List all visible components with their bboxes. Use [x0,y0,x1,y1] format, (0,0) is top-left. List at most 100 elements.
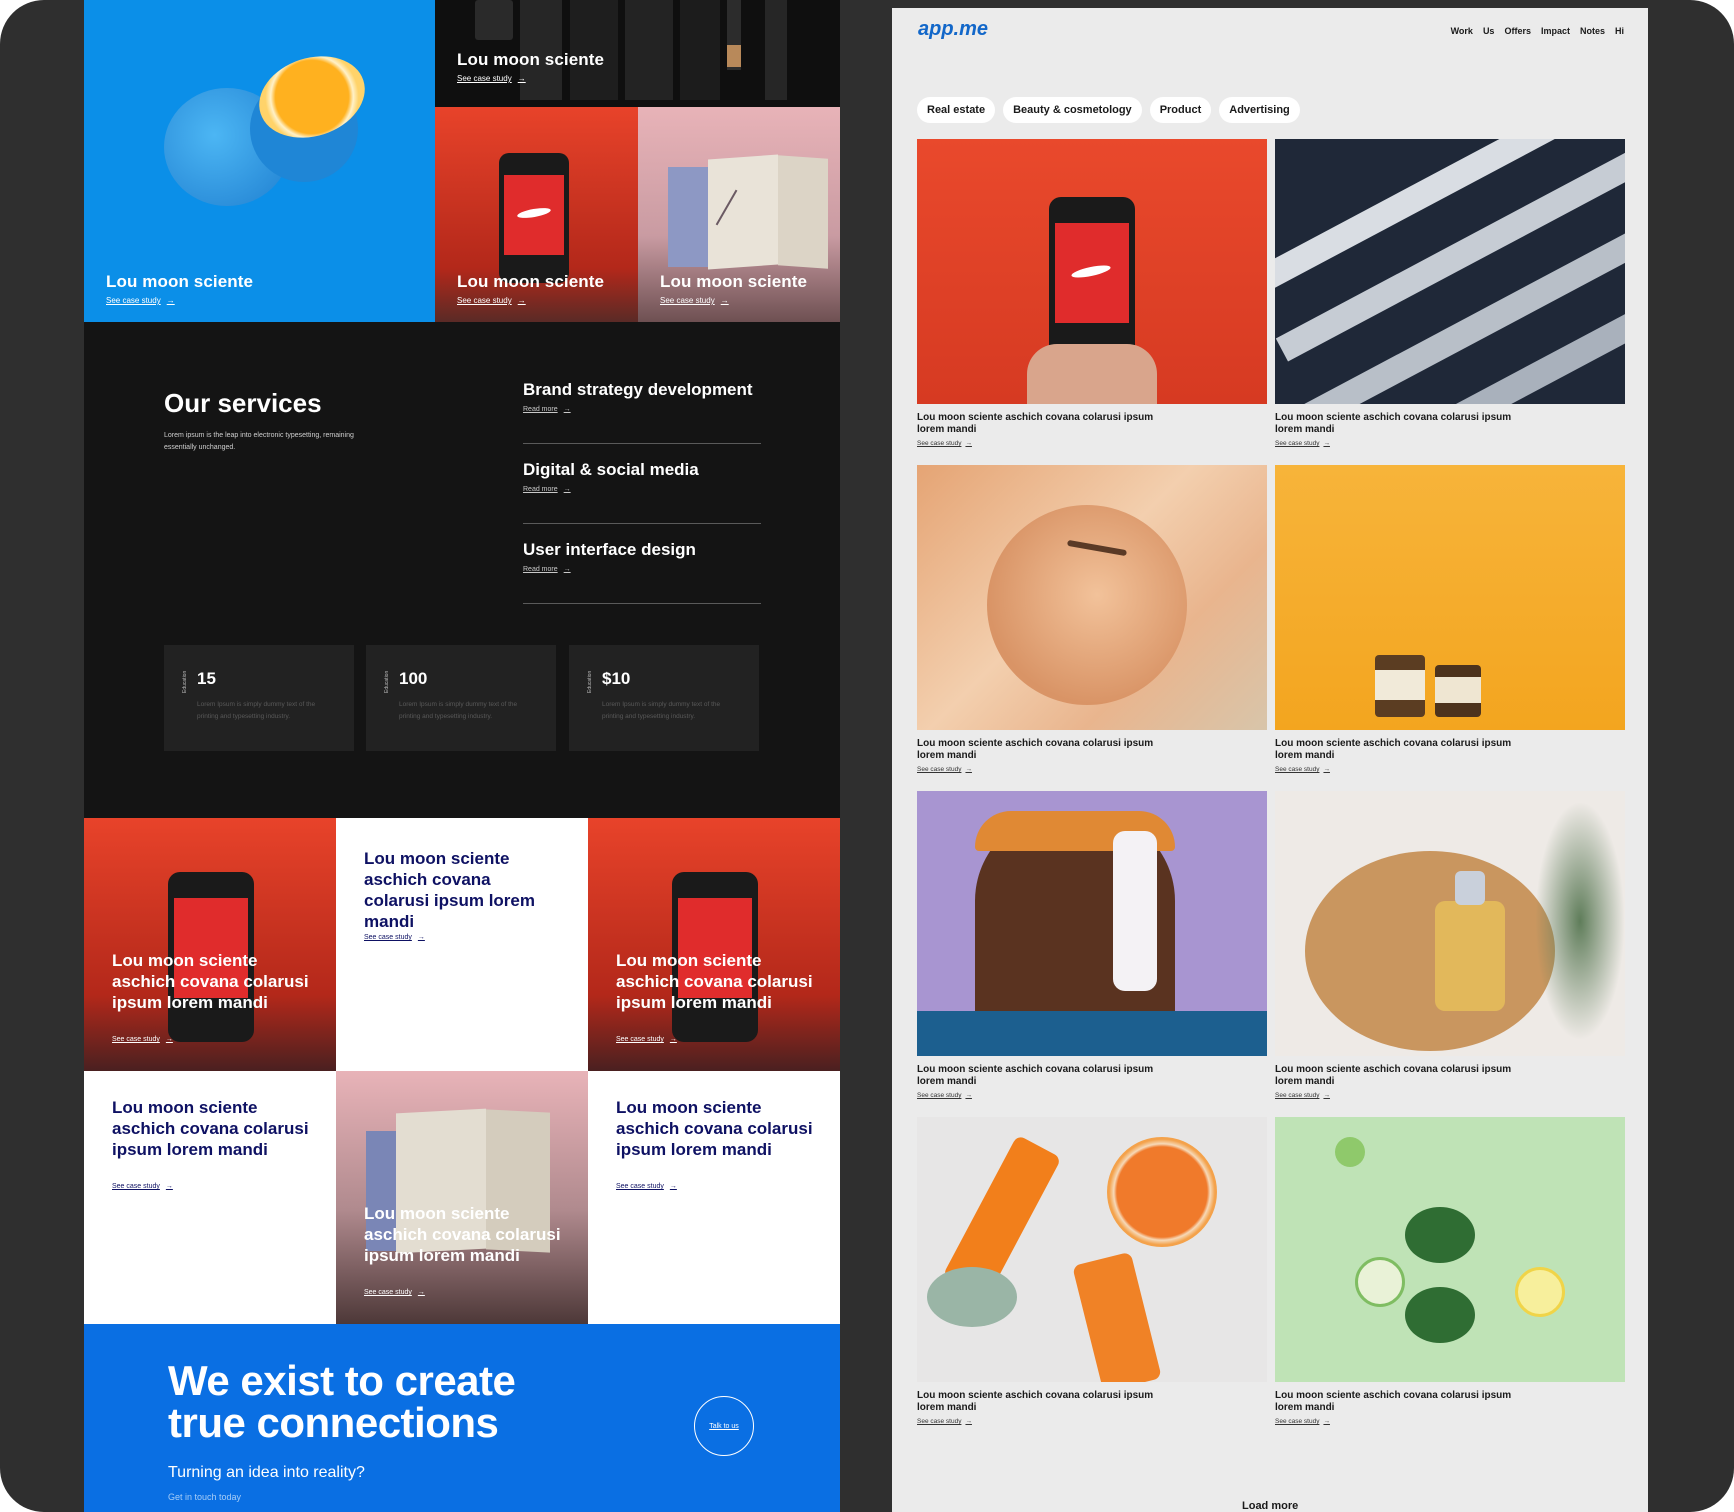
case-study-link[interactable]: See case study → [457,74,604,83]
logo[interactable]: app.me [918,18,988,41]
arrow-icon: → [965,1418,972,1425]
arrow-icon: → [669,1036,677,1043]
service-item[interactable]: Digital & social media Read more → [523,460,761,524]
service-name: Brand strategy development [523,380,753,399]
arrow-icon: → [166,296,175,305]
arrow-icon: → [165,1183,173,1190]
arrow-icon: → [517,296,526,305]
project-image-jars [1275,465,1625,730]
project-card[interactable]: Lou moon sciente aschich covana colarusi… [917,791,1267,1099]
filter-advertising[interactable]: Advertising [1219,97,1300,123]
case-study-link[interactable]: See case study → [106,296,253,305]
hero-tile-title: Lou moon sciente [660,272,808,291]
case-study-link[interactable]: See case study → [660,296,807,305]
nav-item-hi[interactable]: Hi [1615,26,1624,36]
grid-tile-mockup[interactable]: Lou moon sciente aschich covana colarusi… [336,1071,588,1324]
project-card[interactable]: Lou moon sciente aschich covana colarusi… [1275,465,1625,773]
grid-tile-title: Lou moon sciente aschich covana colarusi… [616,1098,813,1159]
arrow-icon: → [417,934,425,941]
project-image-portrait [917,465,1267,730]
hero-tile-phone[interactable]: Lou moon sciente See case study → [435,107,638,322]
load-more-button[interactable]: Load more [1242,1500,1298,1512]
nav-item-offers[interactable]: Offers [1504,26,1531,36]
project-title: Lou moon sciente aschich covana colarusi… [1275,412,1512,435]
nav-item-impact[interactable]: Impact [1541,26,1570,36]
service-item[interactable]: User interface design Read more → [523,540,761,604]
project-card[interactable]: Lou moon sciente aschich covana colarusi… [917,465,1267,773]
read-more-link[interactable]: Read more → [523,486,761,493]
case-study-link[interactable]: See case study → [917,440,1267,447]
case-study-link[interactable]: See case study → [457,296,604,305]
arrow-icon: → [669,1183,677,1190]
case-study-link[interactable]: See case study → [1275,440,1625,447]
case-study-grid: Lou moon sciente aschich covana colarusi… [84,818,840,1324]
nav-item-notes[interactable]: Notes [1580,26,1605,36]
left-page: Lou moon sciente See case study → Lou moo… [84,0,840,1512]
project-card[interactable]: Lou moon sciente aschich covana colarusi… [1275,791,1625,1099]
stat-card: Education $10 Lorem Ipsum is simply dumm… [569,645,759,751]
read-more-link[interactable]: Read more → [523,566,761,573]
services-list: Brand strategy development Read more → Di… [523,380,761,620]
case-study-link[interactable]: See case study → [364,1289,425,1296]
grid-tile-title: Lou moon sciente aschich covana colarusi… [616,951,813,1012]
nav-item-us[interactable]: Us [1483,26,1495,36]
filter-product[interactable]: Product [1149,97,1212,123]
stat-tag: Education [587,670,593,693]
arrow-icon: → [1323,766,1330,773]
arrow-icon: → [563,406,571,413]
services-section: Our services Lorem ipsum is the leap int… [84,322,840,818]
hero-tile-orange[interactable]: Lou moon sciente See case study → [84,0,435,322]
arrow-icon: → [517,74,526,83]
category-filters: Real estate Beauty & cosmetology Product… [917,97,1300,123]
stat-tag: Education [182,670,188,693]
project-title: Lou moon sciente aschich covana colarusi… [1275,1064,1512,1087]
cta-section: We exist to create true connections Turn… [84,1324,840,1512]
arrow-icon: → [1323,1418,1330,1425]
grid-tile-title: Lou moon sciente aschich covana colarusi… [112,951,309,1012]
case-study-link[interactable]: See case study → [917,766,1267,773]
project-card[interactable]: Lou moon sciente aschich covana colarusi… [917,139,1267,447]
case-study-link[interactable]: See case study → [1275,766,1625,773]
nav-item-work[interactable]: Work [1451,26,1473,36]
case-study-link[interactable]: See case study → [364,934,425,941]
hero-tile-mockup[interactable]: Lou moon sciente See case study → [638,107,840,322]
filter-beauty[interactable]: Beauty & cosmetology [1003,97,1142,123]
stat-description: Lorem Ipsum is simply dummy text of the … [602,701,721,720]
hero-tile-bottles[interactable]: Lou moon sciente See case study → [435,0,840,107]
case-study-link[interactable]: See case study → [112,1036,173,1043]
filter-real-estate[interactable]: Real estate [917,97,996,123]
grid-tile-text[interactable]: Lou moon sciente aschich covana colarusi… [336,818,588,1071]
project-title: Lou moon sciente aschich covana colarusi… [917,738,1154,761]
project-card[interactable]: Lou moon sciente aschich covana colarusi… [1275,1117,1625,1425]
grid-tile-text[interactable]: Lou moon sciente aschich covana colarusi… [588,1071,840,1324]
case-study-link[interactable]: See case study → [1275,1418,1625,1425]
project-card[interactable]: Lou moon sciente aschich covana colarusi… [1275,139,1625,447]
case-study-link[interactable]: See case study → [917,1092,1267,1099]
grid-tile-text[interactable]: Lou moon sciente aschich covana colarusi… [84,1071,336,1324]
grid-tile-phone[interactable]: Lou moon sciente aschich covana colarusi… [84,818,336,1071]
case-study-link[interactable]: See case study → [917,1418,1267,1425]
project-title: Lou moon sciente aschich covana colarusi… [917,1064,1154,1087]
read-more-link[interactable]: Read more → [523,406,761,413]
case-study-link[interactable]: See case study → [616,1183,677,1190]
service-item[interactable]: Brand strategy development Read more → [523,380,761,444]
project-card[interactable]: Lou moon sciente aschich covana colarusi… [917,1117,1267,1425]
stat-card: Education 15 Lorem Ipsum is simply dummy… [164,645,354,751]
talk-to-us-button[interactable]: Talk to us [694,1396,754,1456]
right-page: app.me Work Us Offers Impact Notes Hi Re… [892,8,1648,1512]
project-title: Lou moon sciente aschich covana colarusi… [917,412,1154,435]
grid-tile-phone[interactable]: Lou moon sciente aschich covana colarusi… [588,818,840,1071]
case-study-link[interactable]: See case study → [112,1183,173,1190]
service-name: User interface design [523,540,696,559]
arrow-icon: → [965,1092,972,1099]
orange-image [154,43,404,210]
project-title: Lou moon sciente aschich covana colarusi… [917,1390,1154,1413]
cta-headline-line: true connections [168,1399,499,1446]
stat-card: Education 100 Lorem Ipsum is simply dumm… [366,645,556,751]
stat-description: Lorem Ipsum is simply dummy text of the … [399,701,518,720]
case-study-link[interactable]: See case study → [1275,1092,1625,1099]
stat-description: Lorem Ipsum is simply dummy text of the … [197,701,316,720]
project-image-phone [917,139,1267,404]
case-study-link[interactable]: See case study → [616,1036,677,1043]
hero-tile-title: Lou moon sciente [457,50,605,69]
